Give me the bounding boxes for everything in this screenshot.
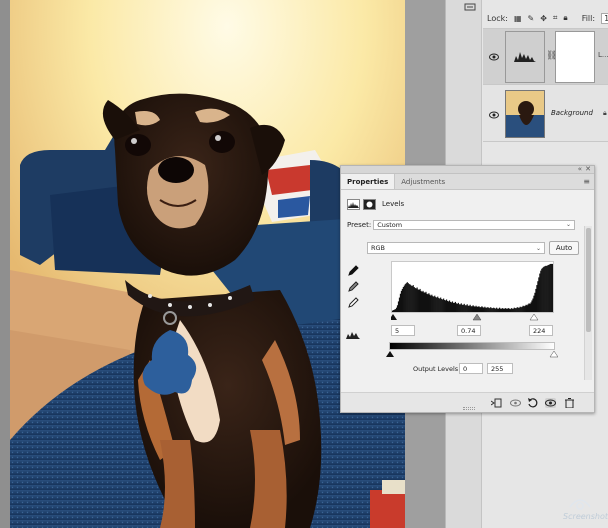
levels-layer-thumbnail[interactable]	[505, 31, 545, 83]
camera-icon	[569, 499, 591, 510]
layer-background[interactable]: Background 🔒︎	[483, 84, 608, 142]
collapse-icon[interactable]: «	[578, 165, 582, 173]
black-point-handle[interactable]	[391, 314, 397, 320]
input-levels-slider[interactable]	[391, 314, 554, 321]
output-white-handle[interactable]	[549, 351, 558, 358]
output-levels-slider[interactable]	[386, 351, 558, 358]
histogram	[391, 261, 554, 313]
layer-levels[interactable]: ⛓ L...	[483, 28, 608, 84]
lock-label: Lock:	[487, 13, 508, 23]
tab-properties[interactable]: Properties	[341, 174, 396, 189]
view-previous-icon[interactable]	[510, 398, 521, 408]
trash-icon[interactable]	[564, 398, 575, 408]
fill-value[interactable]: 10	[601, 12, 608, 24]
scrollbar-thumb[interactable]	[586, 228, 591, 332]
input-gamma-field[interactable]: 0.74	[457, 325, 481, 336]
clip-icon[interactable]	[491, 398, 502, 408]
channel-value: RGB	[371, 244, 386, 252]
layer-mask-thumbnail[interactable]	[555, 31, 595, 83]
panel-titlebar[interactable]: « ✕	[341, 165, 594, 174]
eyedropper-white-icon[interactable]	[348, 297, 359, 308]
panel-bottom-toolbar	[341, 392, 594, 412]
levels-adjustment-icon	[514, 52, 536, 62]
eyedropper-gray-icon[interactable]	[348, 281, 359, 292]
background-layer-name: Background	[551, 109, 593, 117]
resize-grip[interactable]	[463, 407, 475, 410]
lock-move-icon[interactable]: ✥	[540, 14, 547, 23]
panel-scrollbar[interactable]	[584, 226, 592, 380]
mask-icon[interactable]	[363, 198, 376, 210]
auto-button[interactable]: Auto	[549, 241, 579, 255]
eye-icon[interactable]	[489, 53, 499, 61]
chevron-down-icon: ⌄	[565, 221, 571, 228]
lock-transparent-icon[interactable]: ▦	[514, 14, 522, 23]
reset-icon[interactable]	[527, 398, 538, 408]
visibility-icon[interactable]	[545, 398, 556, 408]
levels-adjustment-icon[interactable]	[347, 198, 360, 210]
tab-adjustments[interactable]: Adjustments	[395, 174, 451, 189]
background-layer-thumbnail[interactable]	[505, 90, 545, 138]
output-black-handle[interactable]	[386, 351, 394, 357]
watermark-text: Screenshot	[563, 512, 608, 521]
properties-panel: « ✕ Properties Adjustments ≡ Levels Pres…	[340, 165, 595, 413]
adjustment-name: Levels	[382, 200, 405, 208]
output-levels-label: Output Levels:	[413, 365, 461, 373]
preset-dropdown[interactable]: Custom ⌄	[373, 219, 575, 230]
eyedropper-black-icon[interactable]	[348, 265, 359, 276]
lock-artboard-icon[interactable]: ⌗	[553, 13, 558, 23]
preset-value: Custom	[377, 220, 403, 229]
thumbnail-image	[506, 91, 544, 137]
histogram-bar	[552, 263, 553, 312]
output-gradient	[389, 342, 555, 350]
fill-label: Fill:	[581, 13, 596, 23]
panel-menu-icon[interactable]: ≡	[583, 177, 590, 186]
white-point-handle[interactable]	[529, 314, 539, 321]
canvas-edge	[0, 0, 10, 528]
levels-header: Levels	[347, 197, 404, 211]
panel-icon[interactable]	[464, 3, 476, 11]
close-icon[interactable]: ✕	[585, 165, 591, 173]
lock-paint-icon[interactable]: ✎	[528, 14, 535, 23]
output-black-field[interactable]: 0	[459, 363, 483, 374]
eye-icon[interactable]	[489, 111, 499, 119]
lock-icon: 🔒︎	[603, 109, 607, 117]
input-black-field[interactable]: 5	[391, 325, 415, 336]
gamma-handle[interactable]	[472, 314, 482, 321]
lock-icon[interactable]: 🔒︎	[563, 13, 567, 23]
preset-row: Preset: Custom ⌄	[347, 219, 575, 230]
auto-levels-icon[interactable]	[346, 331, 360, 339]
panel-tabs: Properties Adjustments ≡	[341, 174, 594, 190]
layer-name: L...	[598, 51, 608, 59]
lock-row: Lock: ▦ ✎ ✥ ⌗ 🔒︎ Fill: 10	[483, 10, 608, 26]
output-white-field[interactable]: 255	[487, 363, 513, 374]
input-white-field[interactable]: 224	[529, 325, 553, 336]
channel-dropdown[interactable]: RGB ⌄	[367, 242, 545, 254]
screenshot-watermark: Screenshot	[550, 497, 608, 528]
preset-label: Preset:	[347, 220, 372, 229]
chevron-down-icon: ⌄	[535, 244, 541, 252]
